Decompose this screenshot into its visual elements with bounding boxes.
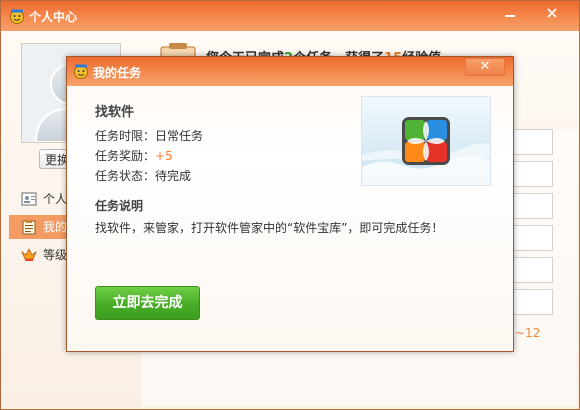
sidebar-item-label: 个人: [43, 192, 68, 206]
info-field[interactable]: [513, 289, 553, 315]
task-name: 找软件: [95, 105, 135, 120]
dialog-title: 我的任务: [93, 66, 142, 80]
task-field-label: 任务时限：: [95, 129, 156, 143]
task-dialog: 我的任务 ✕ 找软件 任务时限：日常任务 任务奖励：+5 任务状态：待完成 任务…: [66, 56, 514, 352]
task-description-title: 任务说明: [95, 199, 144, 213]
task-field-value: 日常任务: [155, 129, 204, 143]
minimize-icon: [505, 15, 515, 17]
task-field-label: 任务奖励：: [95, 149, 156, 163]
task-field-label: 任务状态：: [95, 169, 156, 183]
info-field[interactable]: [513, 257, 553, 283]
software-store-icon: [362, 97, 490, 185]
window-title: 个人中心: [29, 10, 78, 24]
task-preview-image: [361, 96, 491, 186]
complete-now-button[interactable]: 立即去完成: [95, 286, 200, 320]
app-logo-icon: [74, 64, 88, 79]
sidebar-item-label: 等级: [43, 248, 68, 262]
main-title-bar: 个人中心: [1, 1, 579, 31]
task-reward-value: +5: [155, 149, 173, 163]
app-logo-icon: [10, 9, 24, 24]
minimize-button[interactable]: [497, 4, 523, 22]
task-status: 任务状态：待完成: [95, 167, 191, 184]
task-time-limit: 任务时限：日常任务: [95, 127, 203, 144]
window-close-button[interactable]: [539, 4, 565, 22]
task-reward: 任务奖励：+5: [95, 147, 173, 164]
level-range-text: ~12: [515, 326, 541, 340]
sidebar-item-label: 我的: [43, 220, 68, 234]
task-field-value: 待完成: [155, 169, 192, 183]
info-field[interactable]: [513, 129, 553, 155]
crown-icon: [21, 248, 37, 261]
info-field[interactable]: [513, 193, 553, 219]
dialog-title-bar: 我的任务 ✕: [67, 57, 513, 86]
task-description: 找软件，来管家，打开软件管家中的“软件宝库”，即可完成任务！: [95, 221, 444, 235]
profile-card-icon: [21, 192, 37, 206]
close-icon: [547, 8, 557, 18]
close-icon: ✕: [479, 59, 491, 74]
info-field[interactable]: [513, 225, 553, 251]
clipboard-icon: [22, 220, 36, 235]
info-field[interactable]: [513, 161, 553, 187]
dialog-close-button[interactable]: ✕: [465, 58, 505, 76]
